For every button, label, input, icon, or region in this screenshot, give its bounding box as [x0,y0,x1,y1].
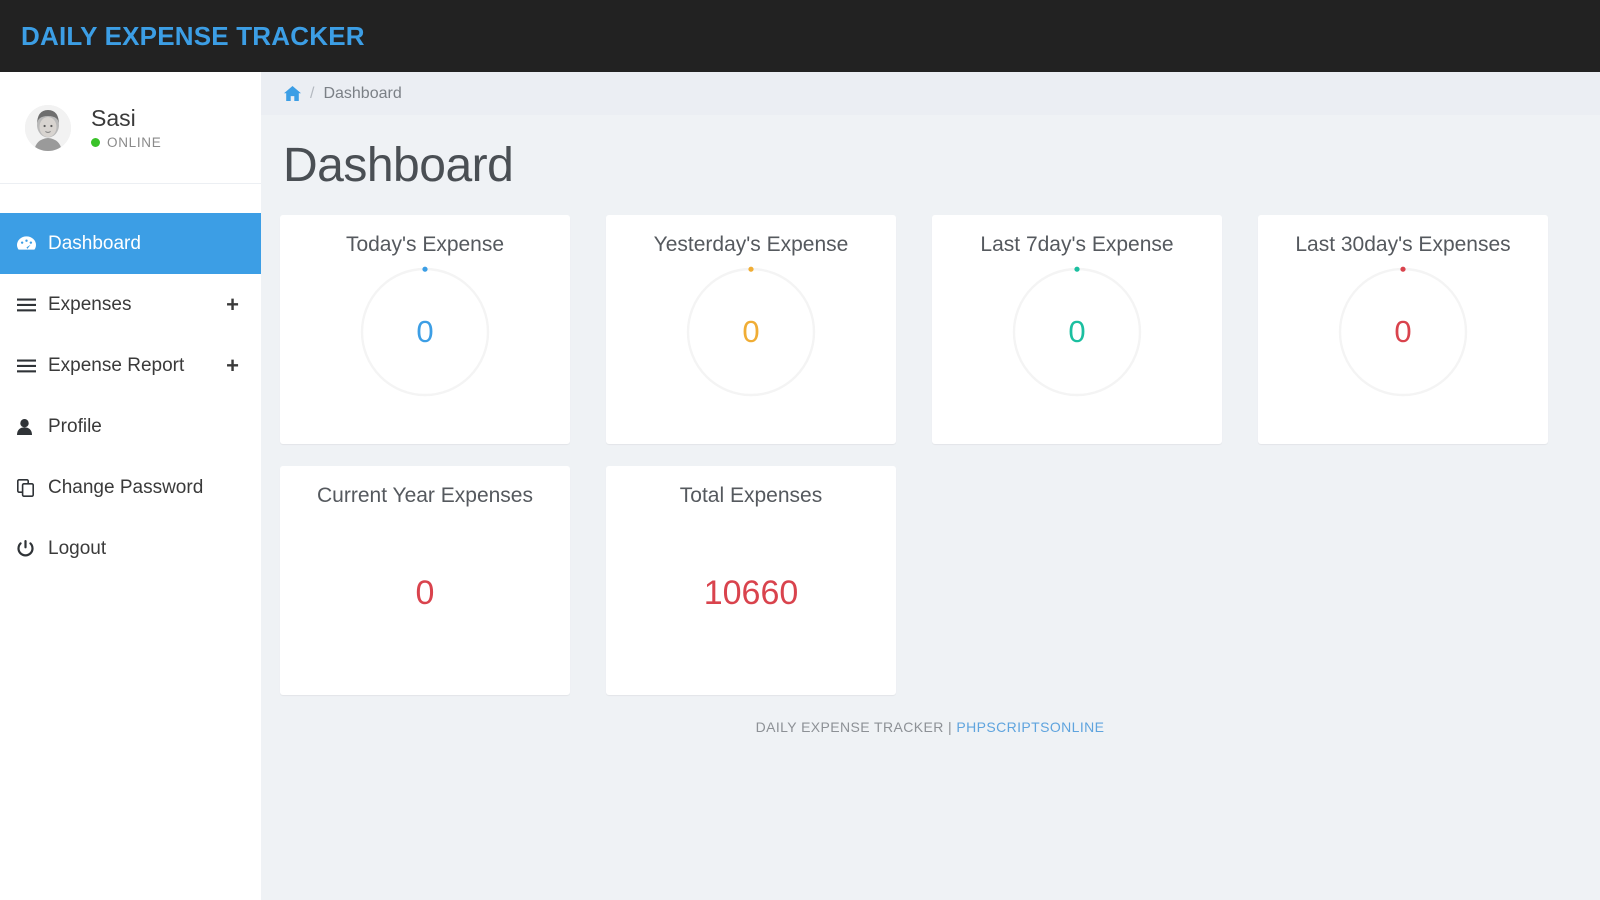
user-panel: Sasi ONLINE [0,72,261,184]
card-title: Yesterday's Expense [653,233,849,256]
card-title: Today's Expense [345,233,505,256]
breadcrumb-current: Dashboard [323,84,402,102]
footer-text: DAILY EXPENSE TRACKER | [755,719,953,735]
gauge-chart: 0 [359,266,491,398]
online-status-dot-icon [91,138,100,148]
tachometer-icon [17,235,43,252]
user-status-label: ONLINE [107,135,162,151]
power-off-icon [17,539,43,558]
sidebar-item-label: Profile [48,415,102,437]
gauge-chart: 0 [1011,266,1143,398]
expand-plus-icon[interactable]: + [226,293,239,316]
sidebar-item-change-password[interactable]: Change Password [0,457,261,518]
stat-card-total-expenses[interactable]: Total Expenses 10660 [606,466,896,695]
gauge-wrap: 0 [280,266,570,398]
sidebar-item-expense-report[interactable]: Expense Report + [0,335,261,396]
card-title: Current Year Expenses [317,484,533,507]
stat-card-yesterdays-expense[interactable]: Yesterday's Expense 0 [606,215,896,444]
sidebar-nav: Dashboard Expenses + Expense Report + Pr… [0,213,261,579]
stat-card-current-year-expenses[interactable]: Current Year Expenses 0 [280,466,570,695]
user-status: ONLINE [91,135,161,150]
sidebar-item-label: Change Password [48,476,204,498]
breadcrumb: / Dashboard [261,72,1600,115]
card-title: Total Expenses [679,484,823,507]
avatar [25,104,71,151]
user-icon [17,418,43,435]
sidebar-item-label: Expense Report [48,354,185,376]
gauge-chart: 0 [1337,266,1469,398]
top-navigation-bar: DAILY EXPENSE TRACKER [0,0,1600,72]
gauge-wrap: 0 [1258,266,1548,398]
main-content: / Dashboard Dashboard Today's Expense 0 … [261,72,1600,900]
sidebar-item-expenses[interactable]: Expenses + [0,274,261,335]
sidebar-item-label: Dashboard [48,232,141,254]
card-value: 0 [1068,314,1086,349]
card-title: Last 30day's Expenses [1295,233,1511,256]
page-title: Dashboard [283,139,514,192]
stat-card-last-7days-expense[interactable]: Last 7day's Expense 0 [932,215,1222,444]
card-value: 0 [742,314,760,349]
breadcrumb-separator: / [310,84,315,102]
gauge-wrap: 0 [606,266,896,398]
card-title: Last 7day's Expense [980,233,1174,256]
card-value: 0 [1394,314,1412,349]
gauge-wrap: 0 [932,266,1222,398]
card-value: 10660 [703,574,799,612]
user-name: Sasi [91,104,136,131]
card-value: 0 [415,574,435,612]
app-brand-title[interactable]: DAILY EXPENSE TRACKER [21,21,365,52]
copy-icon [17,478,43,497]
user-meta: Sasi ONLINE [91,105,161,150]
bars-icon [17,359,43,373]
sidebar-item-label: Expenses [48,293,132,315]
sidebar-item-profile[interactable]: Profile [0,396,261,457]
sidebar-item-label: Logout [48,537,107,559]
expand-plus-icon[interactable]: + [226,354,239,377]
stat-card-todays-expense[interactable]: Today's Expense 0 [280,215,570,444]
sidebar: Sasi ONLINE Dashboard Expenses + Expense… [0,72,261,900]
card-value: 0 [416,314,434,349]
sidebar-item-dashboard[interactable]: Dashboard [0,213,261,274]
footer-link[interactable]: PHPSCRIPTSONLINE [956,719,1104,735]
home-icon[interactable] [284,86,301,101]
stat-card-last-30days-expenses[interactable]: Last 30day's Expenses 0 [1258,215,1548,444]
stat-card-grid: Today's Expense 0 Yesterday's Expense 0 … [280,215,1580,695]
sidebar-item-logout[interactable]: Logout [0,518,261,579]
bars-icon [17,298,43,312]
gauge-chart: 0 [685,266,817,398]
footer: DAILY EXPENSE TRACKER | PHPSCRIPTSONLINE [280,719,1580,735]
